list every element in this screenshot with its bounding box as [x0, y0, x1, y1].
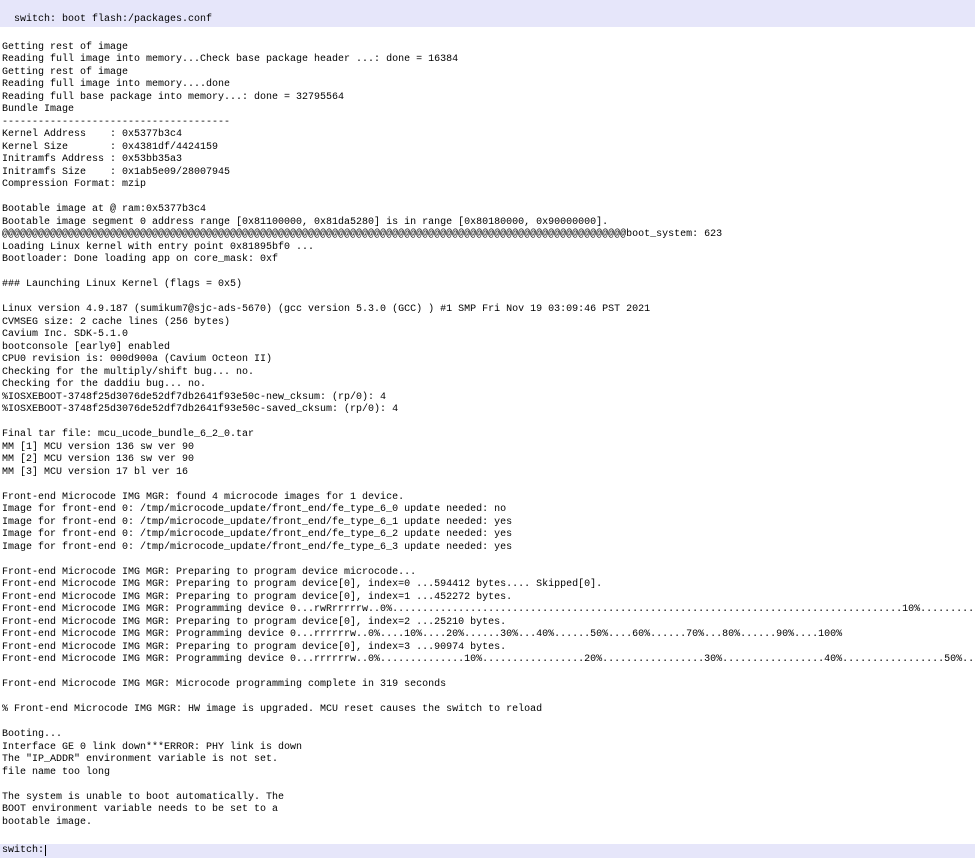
- command-line: switch: boot flash:/packages.conf: [0, 0, 975, 27]
- command-text: switch: boot flash:/packages.conf: [14, 14, 212, 25]
- cursor: [45, 845, 46, 856]
- prompt-line[interactable]: switch:: [0, 844, 975, 858]
- prompt-text: switch:: [2, 845, 44, 858]
- console-output: Getting rest of image Reading full image…: [0, 27, 975, 844]
